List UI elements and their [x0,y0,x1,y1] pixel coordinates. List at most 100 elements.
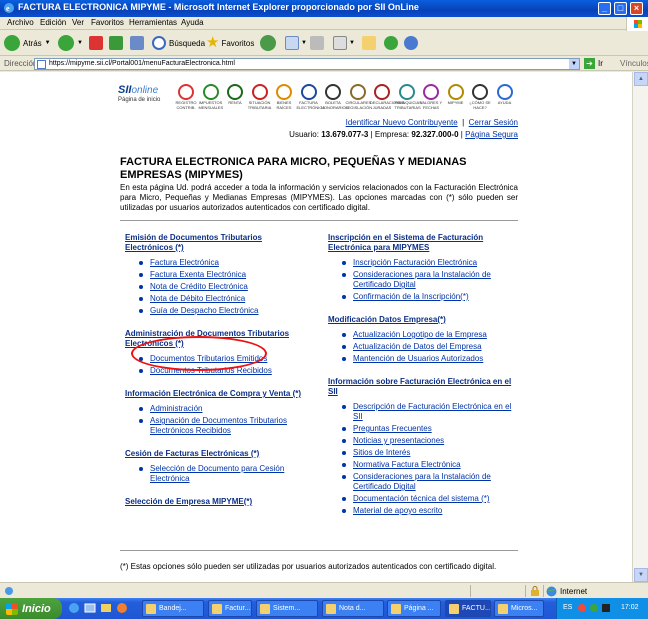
refresh-button[interactable] [109,34,123,52]
menu-link[interactable]: Confirmación de la Inscripción(*) [353,292,469,301]
maximize-button[interactable]: □ [614,2,627,15]
section-title[interactable]: Cesión de Facturas Electrónicas (*) [125,449,310,459]
menu-link[interactable]: Material de apoyo escrito [353,506,442,515]
menu-ver[interactable]: Ver [72,18,84,27]
back-button[interactable]: Atrás ▼ [4,34,51,52]
menu-link[interactable]: Selección de Documento para Cesión Elect… [150,464,284,483]
taskbar-task[interactable]: Nota d... [322,600,384,617]
circulares-legislacion-icon[interactable]: CIRCULARES LEGISLACIÓN [346,84,372,110]
sii-online-logo[interactable]: SIIonline Página de inicio [118,84,170,112]
link-list: Descripción de Facturación Electrónica e… [328,402,516,516]
section-title[interactable]: Selección de Empresa MIPYME(*) [125,497,310,507]
taskbar-task[interactable]: Micros... [494,600,544,617]
menu-link[interactable]: Administración [150,404,202,413]
menu-link[interactable]: Guía de Despacho Electrónica [150,306,259,315]
menu-link[interactable]: Mantención de Usuarios Autorizados [353,354,483,363]
tray-messenger-icon[interactable] [589,603,599,613]
renta-icon[interactable]: RENTA [223,84,247,110]
quick-launch-ie-icon[interactable] [68,602,80,614]
menu-link[interactable]: Factura Exenta Electrónica [150,270,246,279]
scroll-down-arrow-icon[interactable]: ▼ [634,568,648,582]
section-title[interactable]: Modificación Datos Empresa(*) [328,315,516,325]
print-button[interactable] [310,34,324,52]
bienes-raices-icon[interactable]: BIENES RAÍCES [272,84,296,110]
forward-button[interactable]: ▼ [58,34,83,52]
factura-electronica-icon[interactable]: FACTURA ELECTRÓNICA [297,84,325,110]
taskbar-task[interactable]: Factur... [208,600,252,617]
history-button[interactable] [260,34,276,52]
boleta-honorarios-icon[interactable]: BOLETA HONORARIOS [321,84,348,110]
taskbar-task[interactable]: Sistem... [256,600,318,617]
menu-link[interactable]: Sitios de Interés [353,448,410,457]
menu-link[interactable]: Noticias y presentaciones [353,436,444,445]
declaraciones-juradas-icon[interactable]: DECLARACIONES JURADAS [370,84,404,110]
taskbar-task[interactable]: Bandej... [142,600,204,617]
mipyme-icon[interactable]: MIPYME [444,84,468,110]
menu-link[interactable]: Consideraciones para la Instalación de C… [353,472,491,491]
mail-button[interactable]: ▼ [285,34,307,52]
vertical-scrollbar[interactable]: ▲ ▼ [632,72,648,582]
favorites-button[interactable]: ★ Favoritos [206,34,254,52]
menu-link[interactable]: Consideraciones para la Instalación de C… [353,270,491,289]
secure-page-link[interactable]: Página Segura [465,130,518,139]
address-input[interactable]: https://mipyme.sii.cl/Portal001/menuFact… [34,58,580,70]
menu-link[interactable]: Documentación técnica del sistema (*) [353,494,490,503]
tray-monitor-icon[interactable] [601,603,611,613]
search-button[interactable]: Búsqueda [152,34,205,52]
minimize-button[interactable]: _ [598,2,611,15]
menu-archivo[interactable]: Archivo [7,18,34,27]
home-button[interactable] [130,34,144,52]
language-indicator[interactable]: ES [563,604,572,611]
section-title[interactable]: Emisión de Documentos Tributarios Electr… [125,233,310,253]
close-button[interactable]: × [630,2,643,15]
title-bar[interactable]: e FACTURA ELECTRONICA MIPYME - Microsoft… [0,0,648,17]
como-se-hace-icon[interactable]: ¿CÓMO SE HACE? [468,84,492,110]
menu-link[interactable]: Asignación de Documentos Tributarios Ele… [150,416,287,435]
task-app-icon [146,603,156,614]
registro-contribuyentes-icon[interactable]: REGISTRO CONTRIB. [174,84,198,110]
menu-link[interactable]: Normativa Factura Electrónica [353,460,461,469]
identify-contributor-link[interactable]: Identificar Nuevo Contribuyente [346,118,458,127]
quick-launch-outlook-icon[interactable] [100,602,112,614]
taskbar-task[interactable]: FACTU... [445,600,491,617]
menu-link[interactable]: Nota de Débito Electrónica [150,294,245,303]
menu-favoritos[interactable]: Favoritos [91,18,124,27]
scroll-up-arrow-icon[interactable]: ▲ [634,72,648,86]
valores-y-fechas-icon[interactable]: VALORES Y FECHAS [419,84,443,110]
menu-link[interactable]: Nota de Crédito Electrónica [150,282,248,291]
situacion-tributaria-icon[interactable]: SITUACIÓN TRIBUTARIA [248,84,272,110]
section-title[interactable]: Información Electrónica de Compra y Vent… [125,389,310,399]
quick-launch-media-icon[interactable] [116,602,128,614]
logout-link[interactable]: Cerrar Sesión [469,118,518,127]
tray-network-icon[interactable] [577,603,587,613]
franquicias-tributarias-icon[interactable]: FRANQUICIAS TRIBUTARIAS [395,84,422,110]
section-title[interactable]: Información sobre Facturación Electrónic… [328,377,516,397]
clock[interactable]: 17:02 [621,604,639,611]
section-title[interactable]: Inscripción en el Sistema de Facturación… [328,233,516,253]
menu-edicion[interactable]: Edición [40,18,66,27]
stop-button[interactable] [89,34,103,52]
menu-herramientas[interactable]: Herramientas [129,18,177,27]
messenger-button[interactable] [384,34,398,52]
menu-link[interactable]: Inscripción Facturación Electrónica [353,258,477,267]
menu-link[interactable]: Descripción de Facturación Electrónica e… [353,402,511,421]
impuestos-mensuales-icon[interactable]: IMPUESTOS MENSUALES [199,84,223,110]
start-button[interactable]: Inicio [0,598,62,619]
menu-link[interactable]: Preguntas Frecuentes [353,424,432,433]
links-label[interactable]: Vínculos [620,59,648,68]
menu-link[interactable]: Actualización Logotipo de la Empresa [353,330,487,339]
go-button[interactable]: ➔ Ir [584,58,603,69]
folder-button[interactable] [362,34,376,52]
menu-link[interactable]: Factura Electrónica [150,258,219,267]
page-title: FACTURA ELECTRONICA PARA MICRO, PEQUEÑAS… [120,156,467,181]
ayuda-icon[interactable]: AYUDA [493,84,517,110]
menu-ayuda[interactable]: Ayuda [181,18,204,27]
edit-button[interactable]: ▼ [333,34,355,52]
chevron-down-icon[interactable]: ▼ [569,59,579,69]
taskbar-task[interactable]: Página ... [387,600,441,617]
messenger-people-button[interactable] [404,34,418,52]
quick-launch-desktop-icon[interactable] [84,602,96,614]
flower-icon [384,36,398,50]
menu-link[interactable]: Actualización de Datos del Empresa [353,342,482,351]
list-item: Consideraciones para la Instalación de C… [328,270,516,290]
